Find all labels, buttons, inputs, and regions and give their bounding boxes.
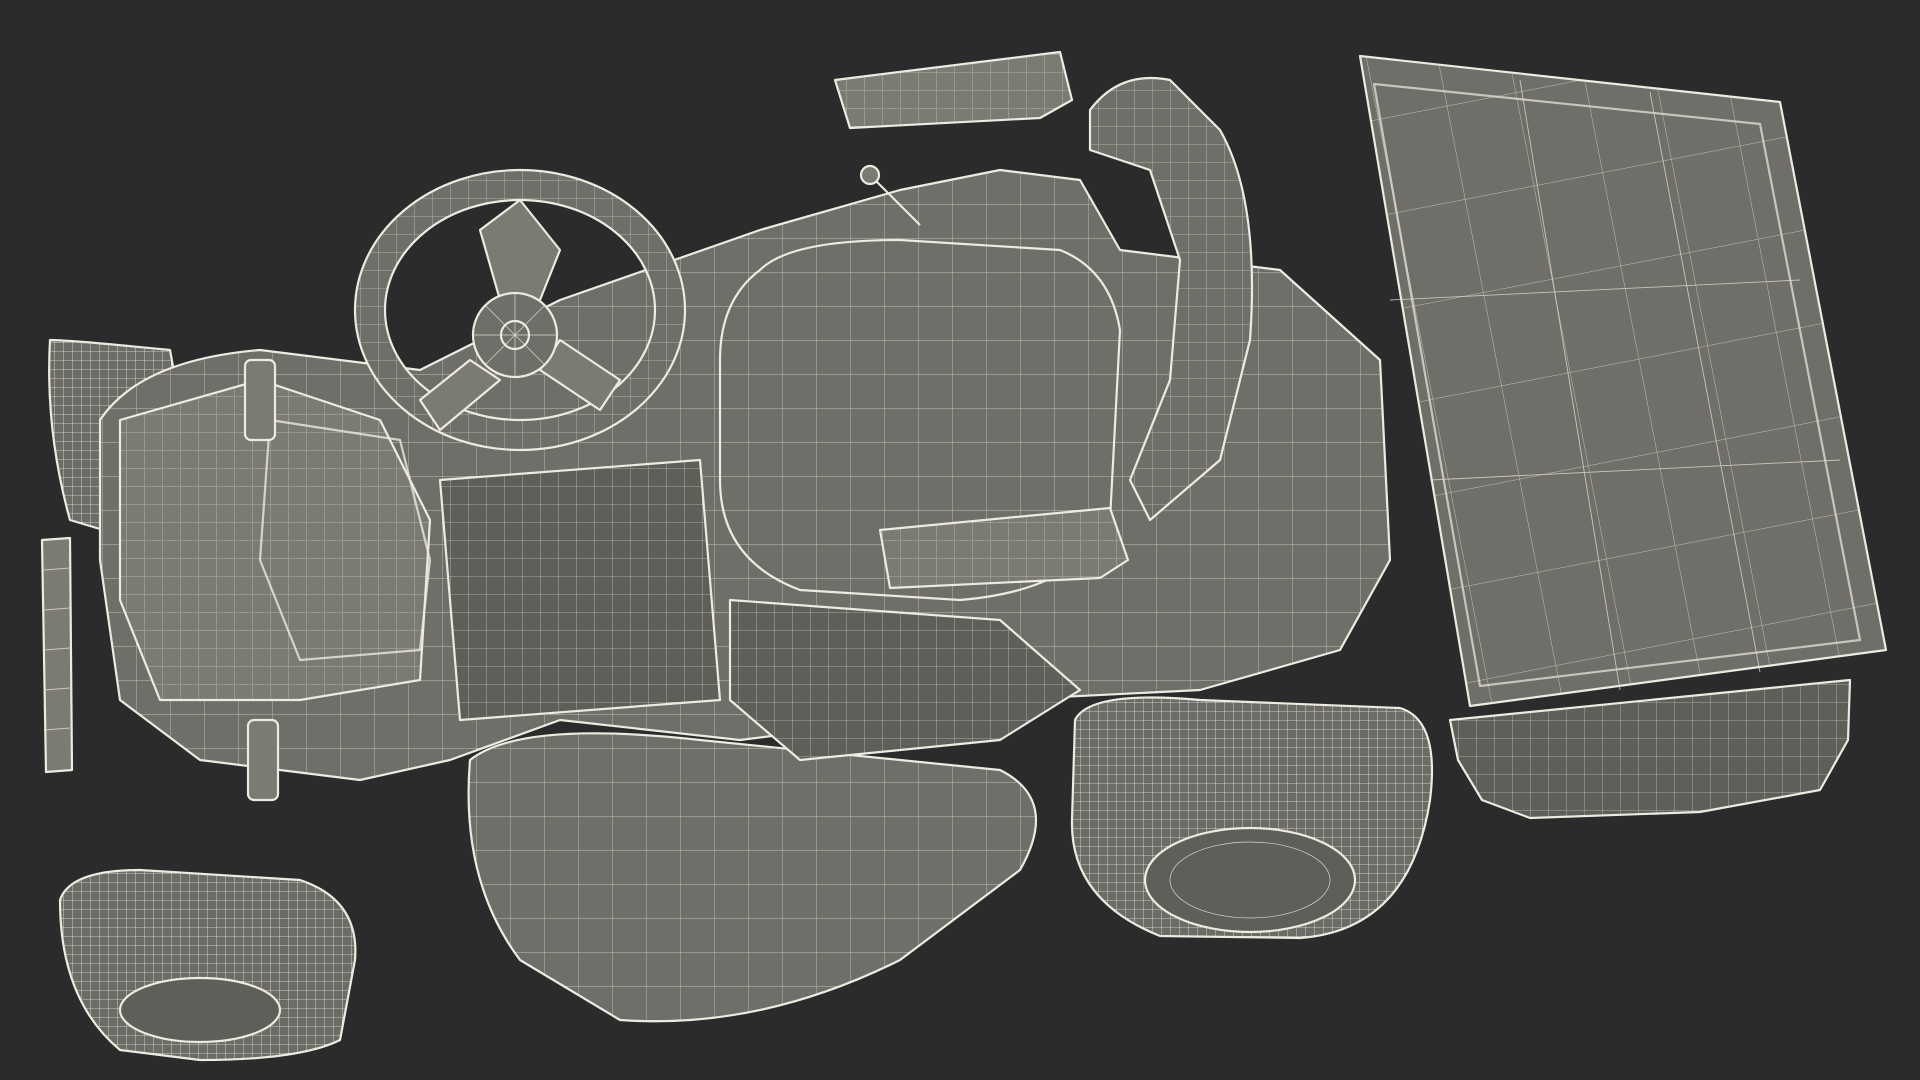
mower-wireframe-render [40, 50, 1888, 1062]
front-bumper [40, 536, 74, 774]
rear-right-tire [1070, 696, 1434, 940]
front-right-tire [58, 868, 357, 1062]
armrest-left [833, 50, 1074, 130]
mower-deck [467, 732, 1038, 1023]
seat [718, 238, 1122, 762]
grass-catcher [1358, 54, 1888, 820]
render-viewport [0, 0, 1920, 1080]
